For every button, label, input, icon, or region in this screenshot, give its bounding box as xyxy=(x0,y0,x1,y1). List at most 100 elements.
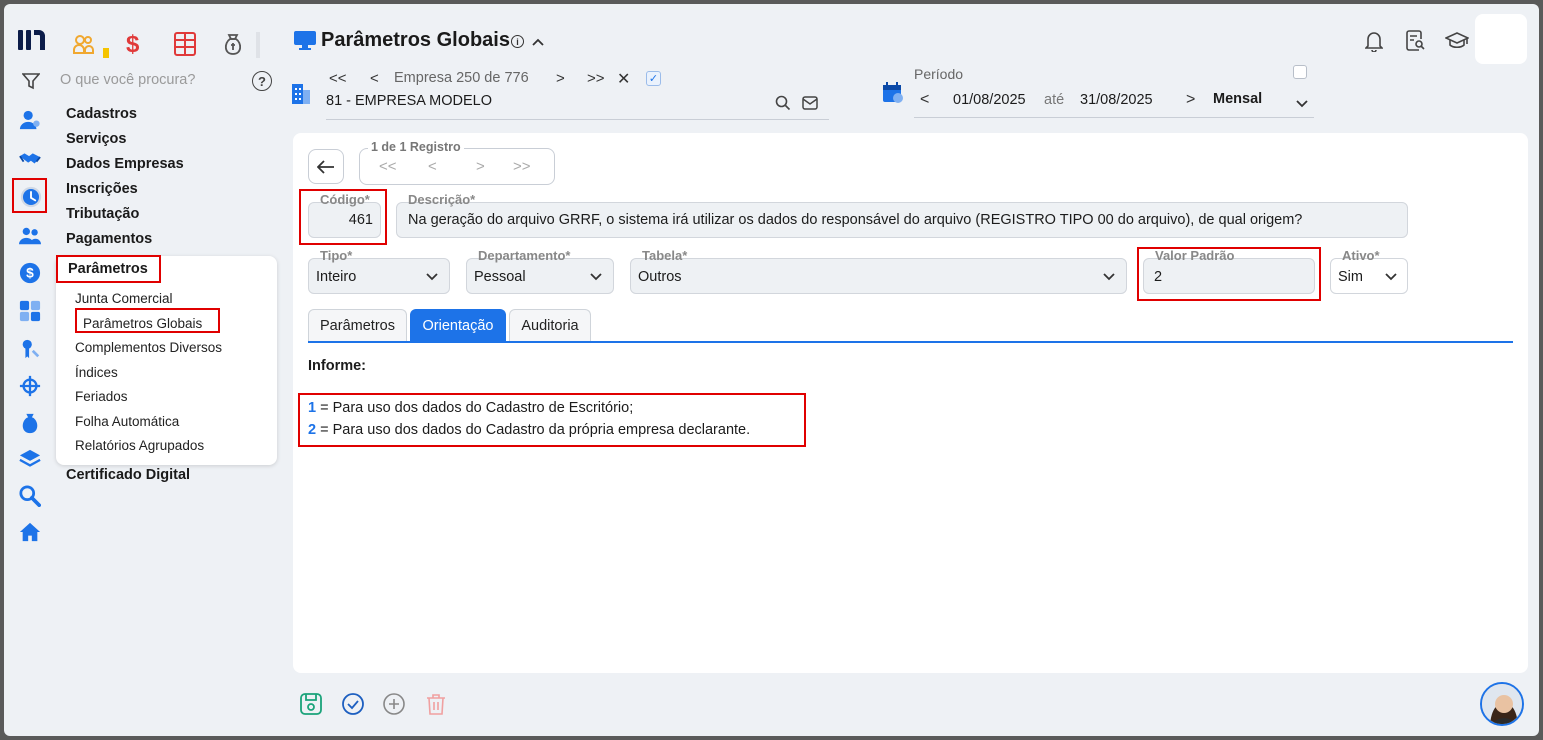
user-settings-icon[interactable] xyxy=(18,108,42,132)
users-group-icon[interactable] xyxy=(72,32,96,56)
clear-icon[interactable]: ✕ xyxy=(617,69,630,89)
tab-parametros[interactable]: Parâmetros xyxy=(308,309,407,342)
tab-underline xyxy=(308,341,1513,343)
menu-certificado-digital[interactable]: Certificado Digital xyxy=(66,467,190,483)
first-record-button[interactable]: << xyxy=(379,158,397,175)
departamento-select[interactable]: Departamento* Pessoal xyxy=(466,248,614,294)
submenu-junta-comercial[interactable]: Junta Comercial xyxy=(75,291,173,306)
spreadsheet-icon[interactable] xyxy=(174,32,196,56)
period-end[interactable]: 31/08/2025 xyxy=(1080,92,1153,108)
empresa-total: 776 xyxy=(504,70,529,86)
search-icon[interactable] xyxy=(18,484,42,508)
periodo-checkbox[interactable] xyxy=(1293,65,1307,79)
orientacao-text: = Para uso dos dados do Cadastro da próp… xyxy=(316,422,751,438)
prev-empresa-button[interactable]: < xyxy=(370,70,379,87)
clock-icon[interactable] xyxy=(18,184,44,210)
collapse-chevron-icon[interactable] xyxy=(531,34,545,46)
delete-icon[interactable] xyxy=(426,693,446,715)
add-icon[interactable] xyxy=(383,693,405,715)
orientacao-text: = Para uso dos dados do Cadastro de Escr… xyxy=(316,400,634,416)
bell-icon[interactable] xyxy=(1364,30,1384,53)
assistant-avatar[interactable] xyxy=(1480,682,1524,726)
monitor-icon xyxy=(294,31,316,51)
info-icon[interactable]: i xyxy=(511,35,524,48)
tipo-select[interactable]: Tipo* Inteiro xyxy=(308,248,450,294)
save-icon[interactable] xyxy=(300,693,322,715)
departamento-label: Departamento* xyxy=(478,248,571,263)
app-logo xyxy=(18,28,46,52)
next-period-button[interactable]: > xyxy=(1186,91,1195,109)
first-empresa-button[interactable]: << xyxy=(329,70,347,87)
empresa-field[interactable]: 81 - EMPRESA MODELO xyxy=(326,92,829,120)
next-record-button[interactable]: > xyxy=(476,158,485,175)
ativo-label: Ativo* xyxy=(1342,248,1380,263)
tabela-label: Tabela* xyxy=(642,248,688,263)
currency-icon[interactable]: $ xyxy=(18,261,42,285)
graduation-cap-icon[interactable] xyxy=(1444,31,1470,51)
confirm-icon[interactable] xyxy=(342,693,364,715)
orientacao-number: 2 xyxy=(308,422,317,438)
home-icon[interactable] xyxy=(18,520,42,544)
codigo-field[interactable]: Código* 461 xyxy=(308,192,381,238)
arrow-left-icon xyxy=(317,159,334,174)
empresa-mail-icon[interactable] xyxy=(802,96,818,110)
period-mode-chevron-icon[interactable] xyxy=(1295,96,1309,108)
menu-dados-empresas[interactable]: Dados Empresas xyxy=(66,156,184,172)
periodo-label: Período xyxy=(914,66,964,82)
ativo-chevron-icon xyxy=(1385,273,1397,281)
descricao-field[interactable]: Descrição* Na geração do arquivo GRRF, o… xyxy=(396,192,1408,238)
network-icon[interactable] xyxy=(18,374,42,398)
document-search-icon[interactable] xyxy=(1406,30,1426,52)
period-mode-select[interactable]: Mensal xyxy=(1213,91,1262,107)
search-input[interactable]: O que você procura? xyxy=(60,72,195,88)
help-icon[interactable]: ? xyxy=(252,71,272,91)
departamento-value: Pessoal xyxy=(474,269,526,285)
people-icon[interactable] xyxy=(18,224,42,248)
submenu-relatorios-agrupados[interactable]: Relatórios Agrupados xyxy=(75,438,204,453)
empresa-label: Empresa xyxy=(394,70,453,86)
bag-icon[interactable] xyxy=(18,411,42,435)
last-empresa-button[interactable]: >> xyxy=(587,70,605,87)
next-empresa-button[interactable]: > xyxy=(556,70,565,87)
empresa-checkbox[interactable]: ✓ xyxy=(646,71,661,86)
prev-period-button[interactable]: < xyxy=(920,91,929,109)
calendar-icon xyxy=(882,82,904,104)
money-bag-icon[interactable] xyxy=(222,32,244,56)
parametros-submenu: Parâmetros Junta Comercial Parâmetros Gl… xyxy=(56,256,277,465)
svg-text:$: $ xyxy=(26,266,34,281)
calculator-icon[interactable] xyxy=(18,299,42,323)
menu-tributacao[interactable]: Tributação xyxy=(66,206,139,222)
record-count: 1 de 1 Registro xyxy=(368,140,464,154)
periodo-field[interactable]: < 01/08/2025 até 31/08/2025 > Mensal xyxy=(914,88,1314,118)
ativo-select[interactable]: Ativo* Sim xyxy=(1330,248,1408,294)
submenu-feriados[interactable]: Feriados xyxy=(75,389,128,404)
submenu-folha-automatica[interactable]: Folha Automática xyxy=(75,414,179,429)
prev-record-button[interactable]: < xyxy=(428,158,437,175)
valor-padrao-field[interactable]: Valor Padrão 2 xyxy=(1143,248,1315,294)
user-avatar[interactable] xyxy=(1475,14,1527,64)
descricao-label: Descrição* xyxy=(408,192,476,207)
last-record-button[interactable]: >> xyxy=(513,158,531,175)
menu-servicos[interactable]: Serviços xyxy=(66,131,126,147)
menu-pagamentos[interactable]: Pagamentos xyxy=(66,231,152,247)
menu-parametros[interactable]: Parâmetros xyxy=(68,261,148,277)
submenu-parametros-globais[interactable]: Parâmetros Globais xyxy=(83,316,202,331)
submenu-complementos-diversos[interactable]: Complementos Diversos xyxy=(75,340,222,355)
submenu-indices[interactable]: Índices xyxy=(75,365,118,380)
layers-icon[interactable] xyxy=(18,447,42,471)
dollar-icon[interactable]: $ xyxy=(126,31,139,59)
filter-icon[interactable] xyxy=(21,72,41,90)
menu-cadastros[interactable]: Cadastros xyxy=(66,106,137,122)
period-start[interactable]: 01/08/2025 xyxy=(953,92,1026,108)
orientacao-heading: Informe: xyxy=(308,358,366,374)
tab-auditoria[interactable]: Auditoria xyxy=(509,309,591,342)
tabela-select[interactable]: Tabela* Outros xyxy=(630,248,1127,294)
tab-orientacao[interactable]: Orientação xyxy=(410,309,506,342)
certificate-icon[interactable] xyxy=(18,337,42,361)
empresa-current: 250 xyxy=(456,70,481,86)
back-button[interactable] xyxy=(308,149,344,184)
handshake-icon[interactable] xyxy=(18,146,42,170)
menu-inscricoes[interactable]: Inscrições xyxy=(66,181,138,197)
empresa-search-icon[interactable] xyxy=(775,95,791,111)
valor-padrao-label: Valor Padrão xyxy=(1155,248,1235,263)
